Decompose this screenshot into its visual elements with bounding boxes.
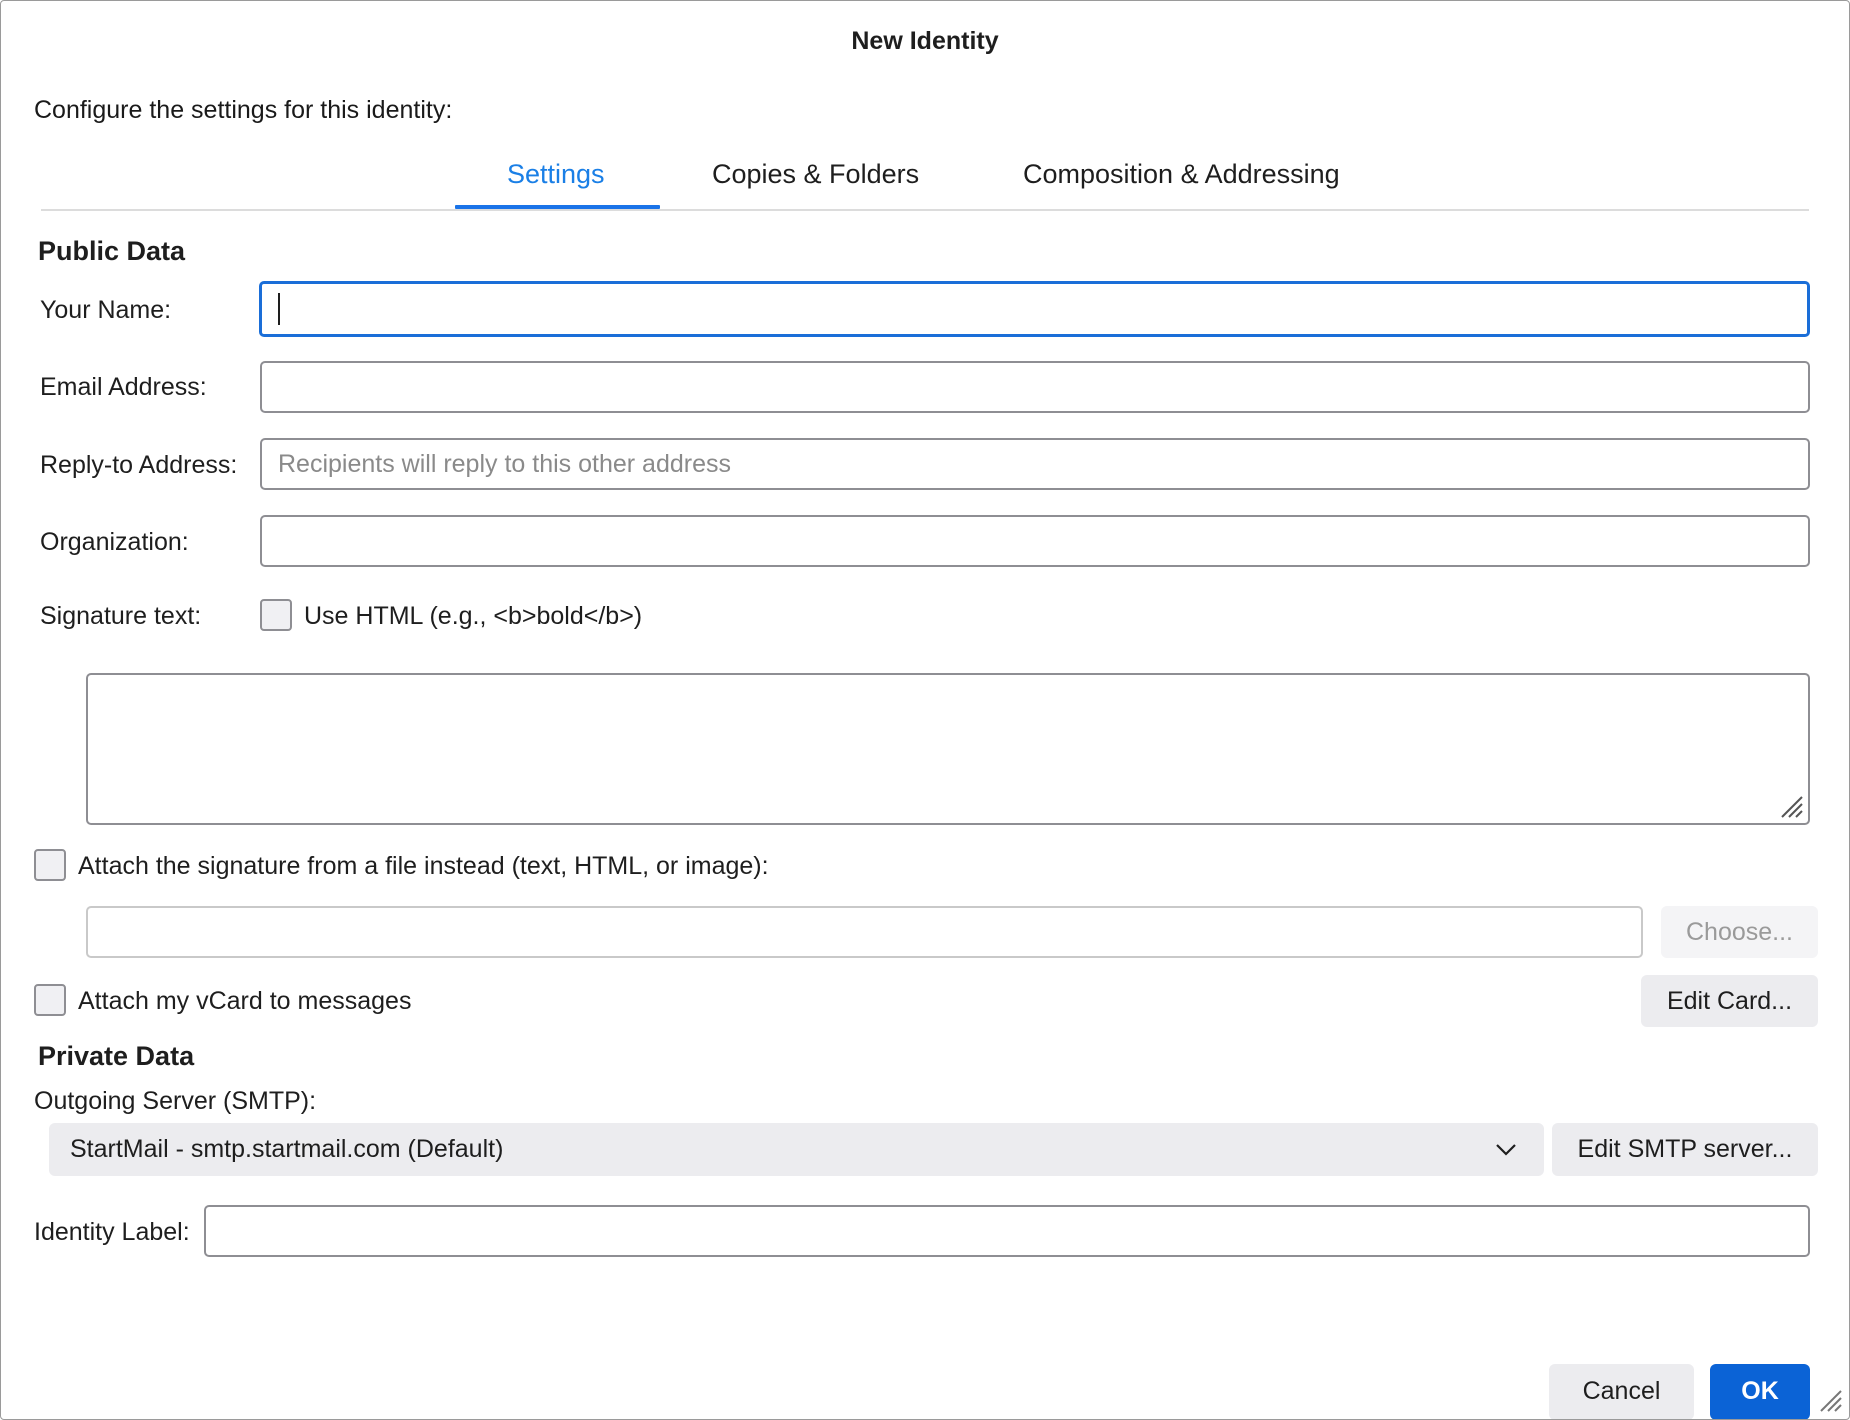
choose-file-button[interactable]: Choose... (1661, 906, 1818, 958)
attach-signature-file-label[interactable]: Attach the signature from a file instead… (78, 852, 769, 881)
chevron-down-icon (1496, 1144, 1516, 1156)
tab-composition-addressing[interactable]: Composition & Addressing (1023, 159, 1340, 190)
dialog-title: New Identity (851, 27, 999, 55)
edit-smtp-server-button[interactable]: Edit SMTP server... (1552, 1123, 1818, 1176)
text-caret (278, 293, 280, 325)
resize-grip-icon[interactable] (1778, 793, 1804, 819)
attach-signature-file-checkbox[interactable] (34, 849, 66, 881)
organization-input[interactable] (260, 515, 1810, 567)
window-resize-grip-icon[interactable] (1817, 1387, 1843, 1413)
private-data-heading: Private Data (38, 1041, 195, 1071)
new-identity-dialog: New Identity Configure the settings for … (0, 0, 1850, 1420)
use-html-checkbox[interactable] (260, 599, 292, 631)
organization-label: Organization: (40, 528, 189, 556)
tab-copies-folders[interactable]: Copies & Folders (712, 159, 919, 190)
smtp-server-selected: StartMail - smtp.startmail.com (Default) (70, 1135, 504, 1163)
cancel-button[interactable]: Cancel (1549, 1364, 1694, 1419)
reply-to-address-input[interactable] (260, 438, 1810, 490)
smtp-server-select[interactable]: StartMail - smtp.startmail.com (Default) (49, 1123, 1544, 1176)
edit-card-button[interactable]: Edit Card... (1641, 975, 1818, 1027)
public-data-heading: Public Data (38, 236, 186, 266)
your-name-input[interactable] (259, 281, 1810, 337)
attach-vcard-checkbox[interactable] (34, 984, 66, 1016)
email-address-label: Email Address: (40, 373, 207, 401)
signature-text-label: Signature text: (40, 602, 202, 630)
identity-label-input[interactable] (204, 1205, 1810, 1257)
attach-vcard-label[interactable]: Attach my vCard to messages (78, 987, 411, 1016)
your-name-label: Your Name: (40, 296, 172, 324)
signature-textarea[interactable] (86, 673, 1810, 825)
reply-to-address-label: Reply-to Address: (40, 451, 238, 479)
tab-settings[interactable]: Settings (507, 159, 605, 190)
signature-file-path-input[interactable] (86, 906, 1643, 958)
active-tab-indicator (455, 205, 660, 209)
tab-divider (41, 209, 1809, 211)
ok-button[interactable]: OK (1710, 1364, 1810, 1419)
email-address-input[interactable] (260, 361, 1810, 413)
use-html-label[interactable]: Use HTML (e.g., <b>bold</b>) (304, 602, 642, 631)
outgoing-server-label: Outgoing Server (SMTP): (34, 1087, 317, 1115)
identity-label-label: Identity Label: (34, 1218, 190, 1246)
dialog-intro: Configure the settings for this identity… (34, 96, 453, 124)
